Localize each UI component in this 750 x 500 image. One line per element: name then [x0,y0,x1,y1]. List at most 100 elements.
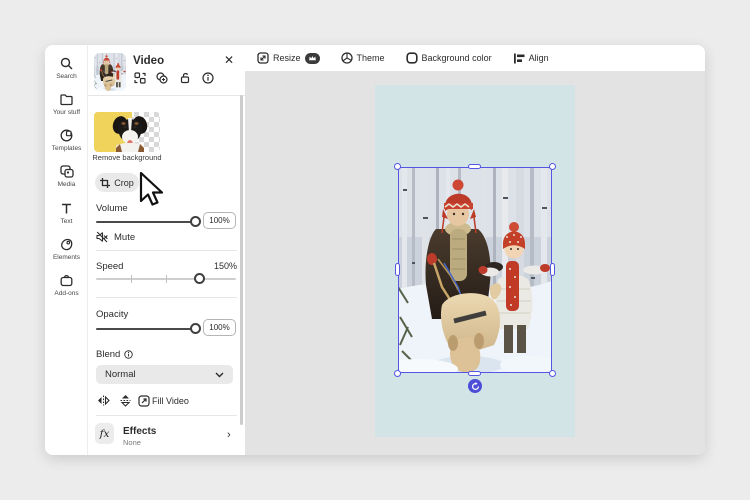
app-window: Search Your stuff Templates Media Text E… [45,45,705,455]
speed-value: 150% [213,261,237,271]
duplicate-button[interactable] [155,71,169,85]
crop-label: Crop [114,177,134,188]
volume-knob[interactable] [190,216,201,227]
speed-tick [166,275,167,283]
background-color-icon [405,52,418,64]
selection-handle-bottom-right[interactable] [549,370,556,377]
sidebar-label: Templates [51,145,82,152]
panel-scrollbar[interactable] [240,95,243,425]
premium-crown-badge [304,52,320,64]
speed-knob[interactable] [194,273,205,284]
selection-handle-top[interactable] [468,164,481,169]
mouse-cursor-icon [139,171,164,206]
theme-label: Theme [356,53,385,63]
opacity-value-box[interactable]: 100% [203,319,236,336]
close-panel-button[interactable]: ✕ [222,53,236,67]
flip-vertical-icon [120,394,130,407]
volume-value-box[interactable]: 100% [203,212,236,229]
selection-handle-top-right[interactable] [549,163,556,170]
remove-background-label: Remove background [92,153,162,162]
elements-icon [61,238,73,251]
flip-vertical-button[interactable] [118,393,132,407]
dog-preview-image [112,116,148,152]
chevron-down-icon [215,372,224,377]
video-content-image [398,167,552,373]
context-toolbar: Resize Theme Background color Align [245,45,705,71]
background-color-button[interactable]: Background color [405,52,492,64]
selection-handle-right[interactable] [550,263,555,276]
theme-icon [340,52,353,64]
info-icon [202,72,214,84]
canvas-area[interactable] [245,71,705,455]
sidebar-label: Media [57,181,76,188]
theme-button[interactable]: Theme [340,52,385,64]
selection-handle-bottom-left[interactable] [394,370,401,377]
flip-horizontal-button[interactable] [96,393,110,407]
sidebar-item-elements[interactable]: Elements [45,238,88,261]
volume-track [96,221,198,223]
speed-label: Speed [96,261,124,272]
align-label: Align [528,53,549,63]
sidebar-item-templates[interactable]: Templates [45,129,88,152]
sidebar-label: Add-ons [54,290,79,297]
lock-button[interactable] [178,71,192,85]
blend-label: Blend [96,349,121,360]
fill-video-button[interactable] [137,394,151,408]
section-divider [96,415,237,416]
mute-label: Mute [114,231,136,243]
fill-video-icon [138,395,150,407]
panel-title: Video [133,55,165,67]
header-divider [88,95,245,96]
flip-horizontal-icon [97,395,110,405]
sidebar-label: Search [56,73,77,80]
opacity-slider[interactable] [96,323,201,335]
resize-label: Resize [273,53,301,63]
selection-handle-bottom[interactable] [468,371,481,376]
sidebar-item-search[interactable]: Search [45,57,88,80]
layer-thumbnail[interactable] [94,53,126,91]
blend-mode-dropdown[interactable]: Normal [96,365,233,384]
rotate-icon [471,381,479,390]
mute-icon [96,231,108,243]
selection-handle-left[interactable] [395,263,400,276]
volume-slider[interactable] [96,216,201,228]
selection-handle-top-left[interactable] [394,163,401,170]
crown-icon [308,56,316,61]
background-color-label: Background color [421,53,492,63]
text-icon [62,203,71,214]
search-icon [60,57,73,70]
replace-button[interactable] [133,71,147,85]
replace-icon [134,72,146,84]
mute-button[interactable]: Mute [96,231,135,243]
align-button[interactable]: Align [513,53,549,64]
effects-value: None [123,438,141,447]
volume-label: Volume [96,203,128,214]
opacity-knob[interactable] [190,323,201,334]
section-divider [96,297,237,298]
resize-button[interactable]: Resize [257,52,320,64]
video-properties-panel: Video ✕ Remove background Crop Volume 10… [88,45,245,455]
speed-slider[interactable] [96,273,236,285]
rotate-handle[interactable] [468,379,482,393]
section-divider [96,250,237,251]
effects-chevron-icon[interactable]: › [227,429,231,441]
blend-mode-value: Normal [105,369,136,380]
resize-icon [257,52,269,64]
align-icon [513,53,525,63]
crop-button[interactable]: Crop [95,173,139,192]
sidebar-item-text[interactable]: Text [45,202,88,225]
sidebar-item-media[interactable]: Media [45,165,88,188]
fx-icon: fx [95,423,114,444]
selected-video-element[interactable] [395,163,555,376]
effects-label: Effects [123,426,157,437]
unlock-icon [180,72,190,84]
speed-tick [131,275,132,283]
media-icon [59,165,74,178]
remove-background-button[interactable] [94,112,160,152]
blend-info-icon[interactable] [124,350,133,359]
fill-video-label: Fill Video [152,396,189,406]
info-button[interactable] [201,71,215,85]
sidebar-label: Your stuff [52,109,81,116]
sidebar-item-your-stuff[interactable]: Your stuff [45,93,88,116]
sidebar-item-add-ons[interactable]: Add-ons [45,274,88,297]
